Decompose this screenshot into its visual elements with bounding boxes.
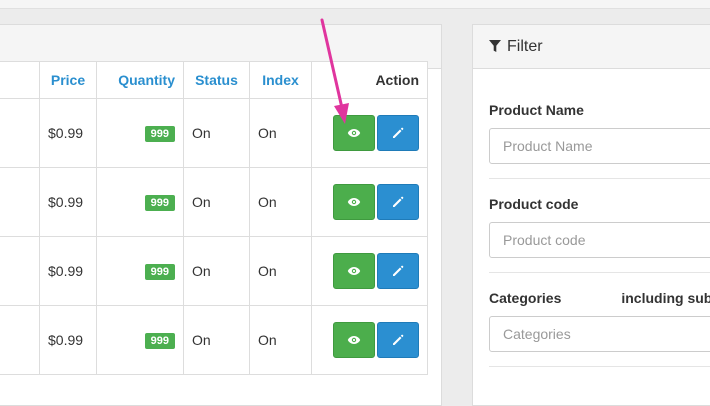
action-cell xyxy=(311,305,428,375)
price-cell: $0.99 xyxy=(39,98,97,168)
edit-button[interactable] xyxy=(377,253,419,289)
index-cell: On xyxy=(249,305,312,375)
action-cell xyxy=(311,167,428,237)
price-cell: $0.99 xyxy=(39,305,97,375)
eye-icon xyxy=(347,129,361,137)
edit-button[interactable] xyxy=(377,115,419,151)
divider xyxy=(489,366,710,367)
status-cell: On xyxy=(183,236,250,306)
row-cell-blank xyxy=(0,98,40,168)
product-code-input[interactable] xyxy=(489,222,710,258)
quantity-cell: 999 xyxy=(96,167,184,237)
column-header-quantity[interactable]: Quantity xyxy=(96,61,184,99)
quantity-cell: 999 xyxy=(96,305,184,375)
quantity-badge: 999 xyxy=(144,195,175,211)
quantity-badge: 999 xyxy=(144,333,175,349)
product-name-input[interactable] xyxy=(489,128,710,164)
filter-icon xyxy=(489,40,501,52)
pencil-icon xyxy=(393,196,404,207)
categories-input[interactable] xyxy=(489,316,710,352)
filter-panel: Filter Product Name Product code Categor… xyxy=(472,24,710,406)
eye-icon xyxy=(347,198,361,206)
view-button[interactable] xyxy=(333,322,375,358)
product-name-label: Product Name xyxy=(489,102,584,118)
index-cell: On xyxy=(249,167,312,237)
edit-button[interactable] xyxy=(377,322,419,358)
pencil-icon xyxy=(393,265,404,276)
column-header-index[interactable]: Index xyxy=(249,61,312,99)
product-name-group: Product Name xyxy=(489,102,710,164)
action-cell xyxy=(311,236,428,306)
table-row: $0.99 999 On On xyxy=(0,98,428,168)
filter-panel-header: Filter xyxy=(473,25,710,69)
categories-label-row: Categories including sub xyxy=(489,290,710,306)
price-cell: $0.99 xyxy=(39,167,97,237)
top-strip xyxy=(0,0,710,9)
products-table: Price Quantity Status Index Action $0.99… xyxy=(0,61,428,375)
quantity-cell: 999 xyxy=(96,236,184,306)
row-cell-blank xyxy=(0,305,40,375)
column-header-action: Action xyxy=(311,61,428,99)
table-row: $0.99 999 On On xyxy=(0,236,428,306)
column-header-price[interactable]: Price xyxy=(39,61,97,99)
including-subcategories-label: including sub xyxy=(621,290,710,306)
index-cell: On xyxy=(249,236,312,306)
categories-group: Categories including sub xyxy=(489,290,710,352)
table-row: $0.99 999 On On xyxy=(0,167,428,237)
pencil-icon xyxy=(393,334,404,345)
product-code-label: Product code xyxy=(489,196,579,212)
divider xyxy=(489,272,710,273)
status-cell: On xyxy=(183,305,250,375)
table-row: $0.99 999 On On xyxy=(0,305,428,375)
pencil-icon xyxy=(393,127,404,138)
quantity-badge: 999 xyxy=(144,264,175,280)
row-cell-blank xyxy=(0,236,40,306)
index-cell: On xyxy=(249,98,312,168)
product-code-group: Product code xyxy=(489,196,710,258)
status-cell: On xyxy=(183,98,250,168)
status-cell: On xyxy=(183,167,250,237)
row-cell-blank xyxy=(0,167,40,237)
edit-button[interactable] xyxy=(377,184,419,220)
price-cell: $0.99 xyxy=(39,236,97,306)
quantity-badge: 999 xyxy=(144,126,175,142)
divider xyxy=(489,178,710,179)
action-cell xyxy=(311,98,428,168)
column-header-blank xyxy=(0,61,40,99)
column-header-status[interactable]: Status xyxy=(183,61,250,99)
categories-label: Categories xyxy=(489,290,562,306)
quantity-cell: 999 xyxy=(96,98,184,168)
eye-icon xyxy=(347,336,361,344)
eye-icon xyxy=(347,267,361,275)
view-button[interactable] xyxy=(333,115,375,151)
table-header-row: Price Quantity Status Index Action xyxy=(0,61,428,99)
view-button[interactable] xyxy=(333,253,375,289)
view-button[interactable] xyxy=(333,184,375,220)
filter-title: Filter xyxy=(507,37,543,55)
